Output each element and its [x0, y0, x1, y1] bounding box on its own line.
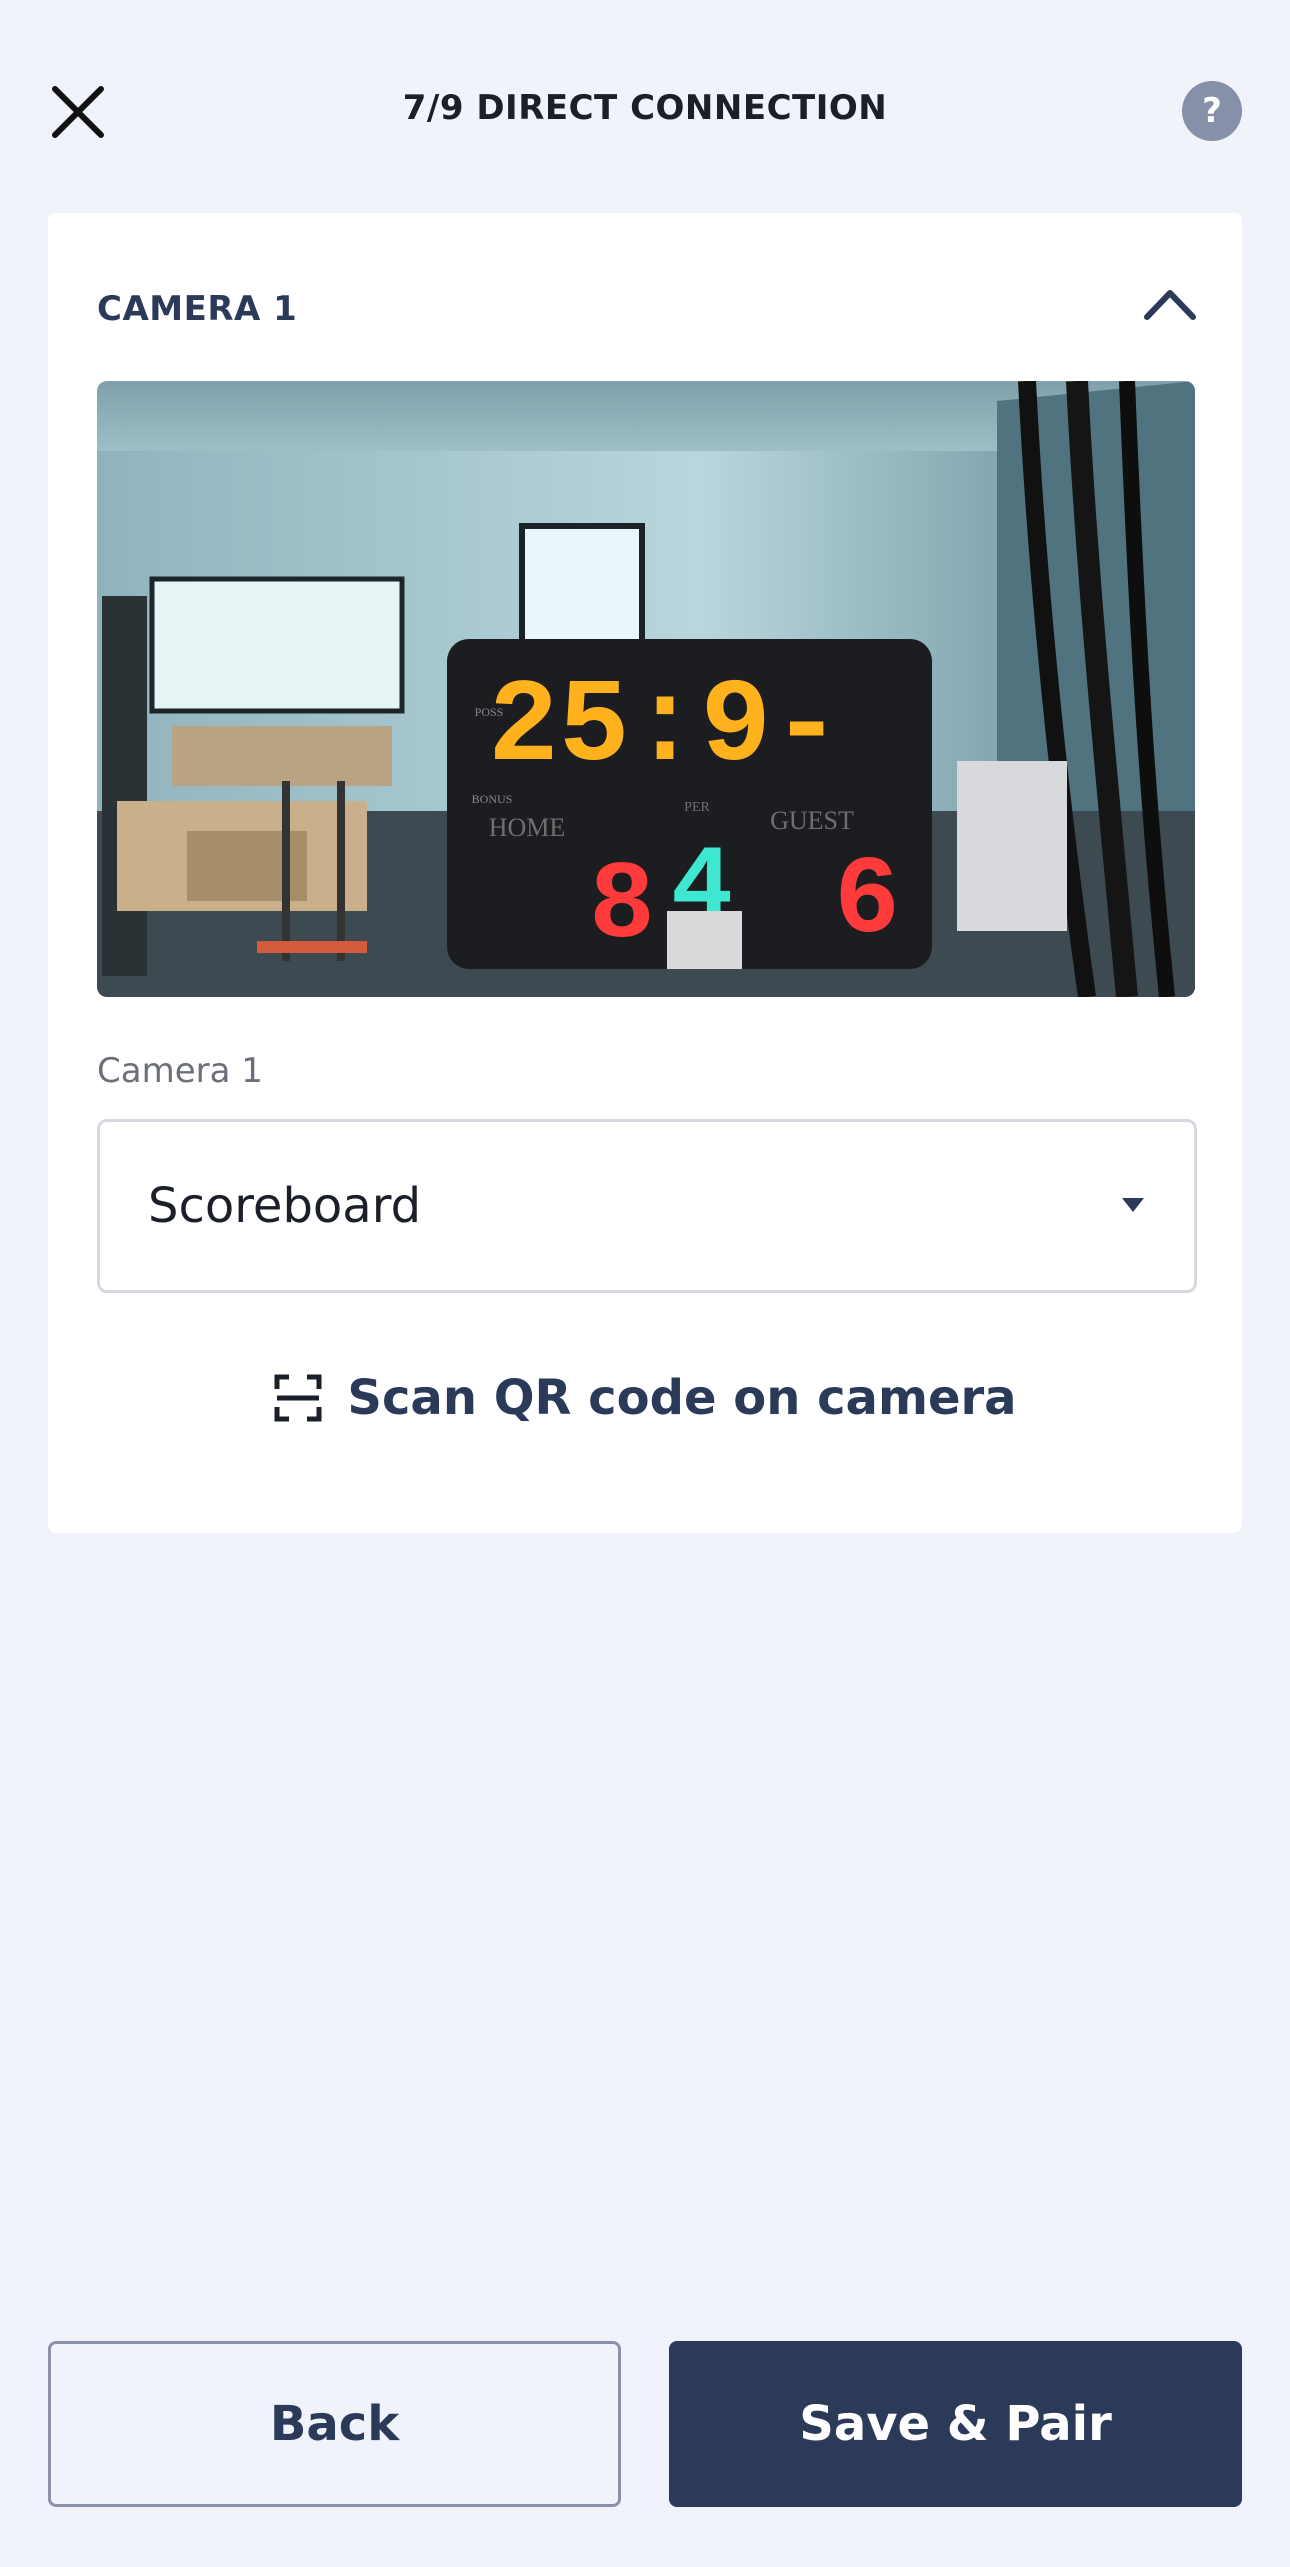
scoreboard-guest-label: GUEST [770, 806, 854, 835]
camera-preview-image: 25:9- HOME GUEST PER POSS BONUS 8 4 6 [97, 381, 1195, 997]
scan-qr-button[interactable]: Scan QR code on camera [48, 1370, 1242, 1426]
camera-field-label: Camera 1 [97, 1051, 263, 1091]
camera-card: CAMERA 1 25:9- HOME GUEST PER POSS BONUS… [48, 213, 1242, 1533]
scoreboard-guest-score: 6 [834, 840, 900, 965]
back-button[interactable]: Back [48, 2341, 621, 2507]
camera-type-select[interactable]: Scoreboard [97, 1119, 1197, 1293]
header: 7/9 DIRECT CONNECTION ? [0, 0, 1290, 220]
scan-qr-label: Scan QR code on camera [347, 1370, 1017, 1426]
scoreboard-home-score: 8 [589, 845, 655, 970]
caret-down-icon [1122, 1198, 1144, 1212]
select-value: Scoreboard [148, 1178, 422, 1234]
page-title: 7/9 DIRECT CONNECTION [402, 88, 888, 128]
scoreboard-home-label: HOME [489, 813, 566, 842]
chevron-up-icon [1144, 290, 1196, 320]
save-and-pair-label: Save & Pair [799, 2396, 1112, 2452]
camera-preview: 25:9- HOME GUEST PER POSS BONUS 8 4 6 [97, 381, 1195, 997]
scoreboard-bonus-label: BONUS [472, 792, 513, 806]
collapse-button[interactable] [1142, 283, 1198, 323]
scoreboard-clock: 25:9- [488, 662, 842, 795]
help-button[interactable]: ? [1182, 81, 1242, 141]
scoreboard-poss-label: POSS [475, 705, 504, 719]
card-title: CAMERA 1 [97, 289, 298, 329]
help-icon: ? [1202, 91, 1222, 131]
scoreboard-per-label: PER [684, 800, 710, 815]
qr-scan-icon [274, 1374, 322, 1422]
save-and-pair-button[interactable]: Save & Pair [669, 2341, 1242, 2507]
back-button-label: Back [269, 2396, 400, 2452]
